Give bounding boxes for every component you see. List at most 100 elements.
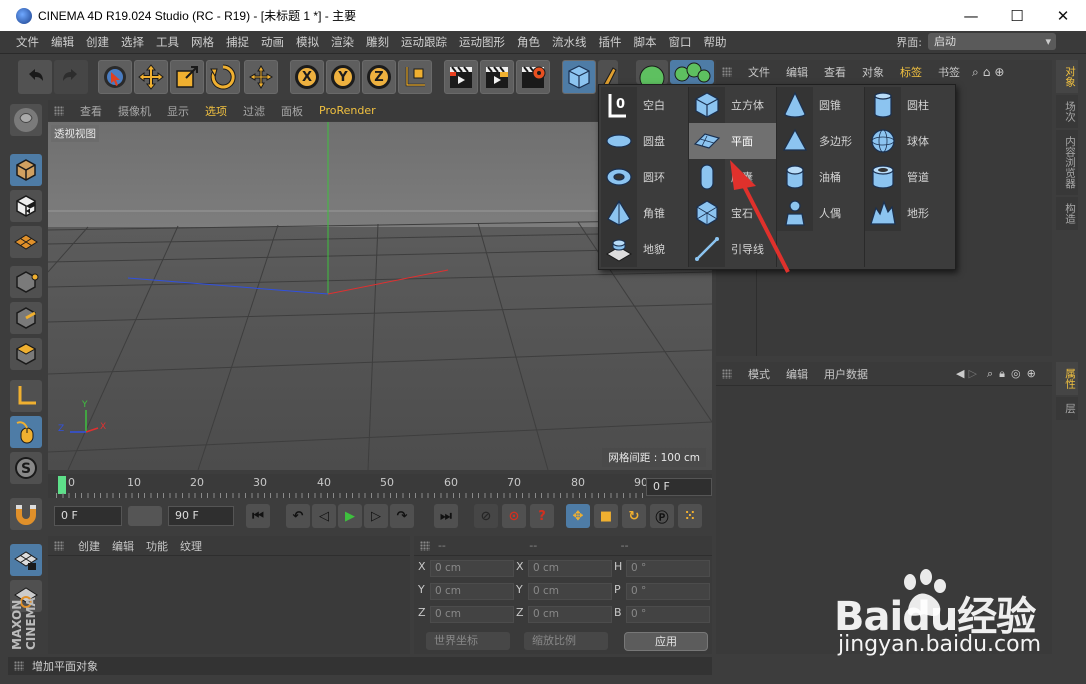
tab-content-browser[interactable]: 内容浏览器 xyxy=(1056,130,1078,195)
material-menu-edit[interactable]: 编辑 xyxy=(106,538,140,554)
menu-script[interactable]: 脚本 xyxy=(628,34,663,50)
object-menu-view[interactable]: 查看 xyxy=(816,64,854,80)
lock-workplane-button[interactable] xyxy=(10,544,42,576)
viewport-menu-prorender[interactable]: ProRender xyxy=(311,104,384,117)
viewport-menu-options[interactable]: 选项 xyxy=(197,103,235,119)
panel-grip-icon[interactable] xyxy=(722,67,732,77)
close-button[interactable]: ✕ xyxy=(1040,0,1086,31)
texture-mode-button[interactable] xyxy=(10,190,42,222)
pos-x-field[interactable]: 0 cm xyxy=(430,560,514,577)
polygons-mode-button[interactable] xyxy=(10,338,42,370)
menu-simulate[interactable]: 模拟 xyxy=(290,34,325,50)
mograph-cloner-button[interactable] xyxy=(670,60,714,84)
lock-icon[interactable]: 🔒︎ xyxy=(999,367,1005,381)
render-view-button[interactable] xyxy=(444,60,478,94)
menu-help[interactable]: 帮助 xyxy=(698,34,733,50)
object-menu-file[interactable]: 文件 xyxy=(740,64,778,80)
panel-grip-icon[interactable] xyxy=(722,368,732,379)
record-keys-button[interactable]: ⊘ xyxy=(474,504,498,528)
menu-sculpt[interactable]: 雕刻 xyxy=(360,34,395,50)
tab-takes[interactable]: 场次 xyxy=(1056,95,1078,128)
palette-item-cone[interactable]: 圆锥 xyxy=(777,87,865,123)
material-menu-function[interactable]: 功能 xyxy=(140,538,174,554)
attribute-menu-mode[interactable]: 模式 xyxy=(740,366,778,382)
axis-mode-button[interactable] xyxy=(10,380,42,412)
palette-item-plane[interactable]: 平面 xyxy=(689,123,777,159)
tab-objects[interactable]: 对象 xyxy=(1056,60,1078,93)
pos-y-field[interactable]: 0 cm xyxy=(430,583,514,600)
attribute-menu-edit[interactable]: 编辑 xyxy=(778,366,816,382)
rot-b-field[interactable]: 0 ° xyxy=(626,606,710,623)
material-menu-texture[interactable]: 纹理 xyxy=(174,538,208,554)
search-icon[interactable]: ⌕ xyxy=(987,367,993,381)
undo-button[interactable] xyxy=(18,60,52,94)
tab-attributes[interactable]: 属性 xyxy=(1056,362,1078,395)
coordinate-system-button[interactable] xyxy=(398,60,432,94)
render-to-picture-viewer-button[interactable] xyxy=(480,60,514,94)
object-menu-tags[interactable]: 标签 xyxy=(892,64,930,80)
previous-key-button[interactable]: ↶ xyxy=(286,504,310,528)
pos-z-field[interactable]: 0 cm xyxy=(430,606,514,623)
expand-icon[interactable]: ⊕ xyxy=(1027,367,1036,380)
panel-grip-icon[interactable] xyxy=(54,540,64,551)
timeline[interactable]: 0 10 20 30 40 50 60 70 80 90 xyxy=(48,474,712,498)
rot-h-field[interactable]: 0 ° xyxy=(626,560,710,577)
time-range-slider[interactable] xyxy=(128,506,162,526)
menu-render[interactable]: 渲染 xyxy=(325,34,360,50)
maximize-button[interactable]: ☐ xyxy=(994,0,1040,31)
palette-item-relief[interactable]: 地貌 xyxy=(601,231,689,267)
object-menu-objects[interactable]: 对象 xyxy=(854,64,892,80)
edges-mode-button[interactable] xyxy=(10,302,42,334)
home-icon[interactable]: ⌂ xyxy=(983,65,991,79)
viewport-menu-display[interactable]: 显示 xyxy=(159,103,197,119)
make-editable-button[interactable] xyxy=(10,104,42,136)
palette-item-cylinder[interactable]: 圆柱 xyxy=(865,87,953,123)
scale-tool-button[interactable] xyxy=(170,60,204,94)
palette-item-disc[interactable]: 圆盘 xyxy=(601,123,689,159)
menu-character[interactable]: 角色 xyxy=(511,34,546,50)
menu-tools[interactable]: 工具 xyxy=(150,34,185,50)
move-tool-button[interactable] xyxy=(134,60,168,94)
workplane-mode-button[interactable] xyxy=(10,226,42,258)
rot-p-field[interactable]: 0 ° xyxy=(626,583,710,600)
material-menu-create[interactable]: 创建 xyxy=(72,538,106,554)
key-point-level-button[interactable]: ⁙ xyxy=(678,504,702,528)
viewport-menu-filter[interactable]: 过滤 xyxy=(235,103,273,119)
keyframe-selection-button[interactable]: ? xyxy=(530,504,554,528)
palette-item-tube[interactable]: 管道 xyxy=(865,159,953,195)
next-key-button[interactable]: ↷ xyxy=(390,504,414,528)
go-to-start-button[interactable]: ⏮ xyxy=(246,504,270,528)
size-x-field[interactable]: 0 cm xyxy=(528,560,612,577)
menu-plugins[interactable]: 插件 xyxy=(593,34,628,50)
panel-grip-icon[interactable] xyxy=(420,540,430,551)
snap-button[interactable] xyxy=(10,498,42,530)
render-settings-button[interactable] xyxy=(516,60,550,94)
palette-item-landscape[interactable]: 地形 xyxy=(865,195,953,231)
menu-create[interactable]: 创建 xyxy=(80,34,115,50)
layout-select[interactable]: 启动 xyxy=(928,33,1056,50)
menu-snap[interactable]: 捕捉 xyxy=(220,34,255,50)
menu-mograph[interactable]: 运动图形 xyxy=(453,34,511,50)
menu-animate[interactable]: 动画 xyxy=(255,34,290,50)
forward-arrow-icon[interactable]: ▷ xyxy=(968,367,976,380)
auto-keying-button[interactable]: ⊙ xyxy=(502,504,526,528)
menu-motion-tracking[interactable]: 运动跟踪 xyxy=(395,34,453,50)
tweak-mode-button[interactable] xyxy=(10,416,42,448)
size-y-field[interactable]: 0 cm xyxy=(528,583,612,600)
palette-item-polygon[interactable]: 多边形 xyxy=(777,123,865,159)
palette-item-sphere[interactable]: 球体 xyxy=(865,123,953,159)
key-rotation-button[interactable]: ↻ xyxy=(622,504,646,528)
timeline-playhead[interactable] xyxy=(58,476,66,494)
next-frame-button[interactable]: ▷ xyxy=(364,504,388,528)
menu-window[interactable]: 窗口 xyxy=(663,34,698,50)
size-z-field[interactable]: 0 cm xyxy=(528,606,612,623)
min-time-field[interactable]: 0 F xyxy=(54,506,122,526)
menu-pipeline[interactable]: 流水线 xyxy=(546,34,593,50)
rotate-tool-button[interactable] xyxy=(206,60,240,94)
viewport-menu-camera[interactable]: 摄像机 xyxy=(110,103,159,119)
key-position-button[interactable]: ✥ xyxy=(566,504,590,528)
redo-button[interactable] xyxy=(54,60,88,94)
recent-tool-button[interactable] xyxy=(244,60,278,94)
menu-select[interactable]: 选择 xyxy=(115,34,150,50)
palette-item-torus[interactable]: 圆环 xyxy=(601,159,689,195)
